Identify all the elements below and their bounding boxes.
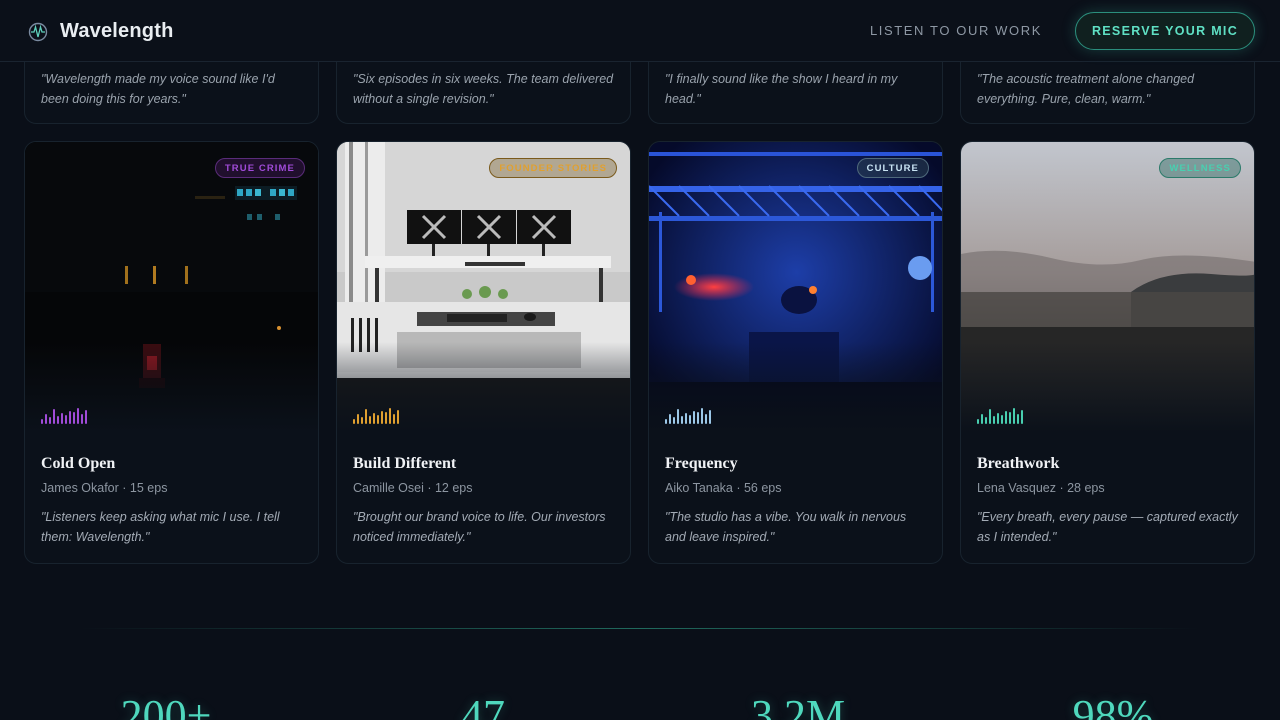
brand-logo[interactable]: Wavelength — [28, 20, 174, 43]
show-cover-image — [337, 142, 630, 432]
show-cover-image — [25, 142, 318, 432]
show-card[interactable]: FOUNDER STORIES Build Different Camille … — [336, 141, 631, 564]
show-meta: James Okafor · 15 eps — [41, 481, 168, 495]
show-cover-image — [649, 142, 942, 432]
show-quote: "Brought our brand voice to life. Our in… — [353, 510, 606, 544]
genre-tag: WELLNESS — [1159, 158, 1241, 178]
show-quote: "The studio has a vibe. You walk in nerv… — [665, 510, 907, 544]
stat-value: 47 — [461, 691, 505, 720]
show-meta: Camille Osei · 12 eps — [353, 481, 473, 495]
listen-link[interactable]: LISTEN TO OUR WORK — [870, 23, 1042, 38]
testimonial-quote: "The acoustic treatment alone changed ev… — [977, 72, 1195, 106]
show-meta: Aiko Tanaka · 56 eps — [665, 481, 782, 495]
stat-value: 200+ — [120, 691, 212, 720]
show-card[interactable]: TRUE CRIME Cold Open James Okafor · 15 e… — [24, 141, 319, 564]
testimonial-quote: "Wavelength made my voice sound like I'd… — [41, 72, 275, 106]
brand-name: Wavelength — [60, 20, 174, 42]
genre-tag: FOUNDER STORIES — [489, 158, 617, 178]
waveform-icon — [41, 408, 87, 424]
show-card[interactable]: WELLNESS Breathwork Lena Vasquez · 28 ep… — [960, 141, 1255, 564]
genre-tag: TRUE CRIME — [214, 158, 305, 178]
show-title: Build Different — [353, 455, 457, 472]
waveform-icon — [353, 408, 399, 424]
show-meta: Lena Vasquez · 28 eps — [977, 481, 1105, 495]
show-quote: "Listeners keep asking what mic I use. I… — [41, 510, 280, 544]
wave-circle-icon — [28, 22, 48, 41]
section-divider — [80, 628, 1200, 629]
stat-value: 3.2M — [750, 691, 846, 720]
show-cover-image — [961, 142, 1254, 432]
show-card[interactable]: CULTURE Frequency Aiko Tanaka · 56 eps "… — [648, 141, 943, 564]
show-quote: "Every breath, every pause — captured ex… — [977, 510, 1238, 544]
site-header: Wavelength LISTEN TO OUR WORK RESERVE YO… — [0, 0, 1280, 62]
waveform-icon — [977, 408, 1023, 424]
reserve-mic-button[interactable]: RESERVE YOUR MIC — [1075, 12, 1255, 50]
genre-tag: CULTURE — [856, 158, 929, 178]
show-title: Frequency — [665, 455, 738, 472]
show-title: Breathwork — [977, 455, 1060, 472]
testimonial-quote: "I finally sound like the show I heard i… — [665, 72, 898, 106]
show-title: Cold Open — [41, 455, 116, 472]
stat-value: 98% — [1072, 691, 1154, 720]
testimonial-quote: "Six episodes in six weeks. The team del… — [353, 72, 614, 106]
waveform-icon — [665, 408, 711, 424]
